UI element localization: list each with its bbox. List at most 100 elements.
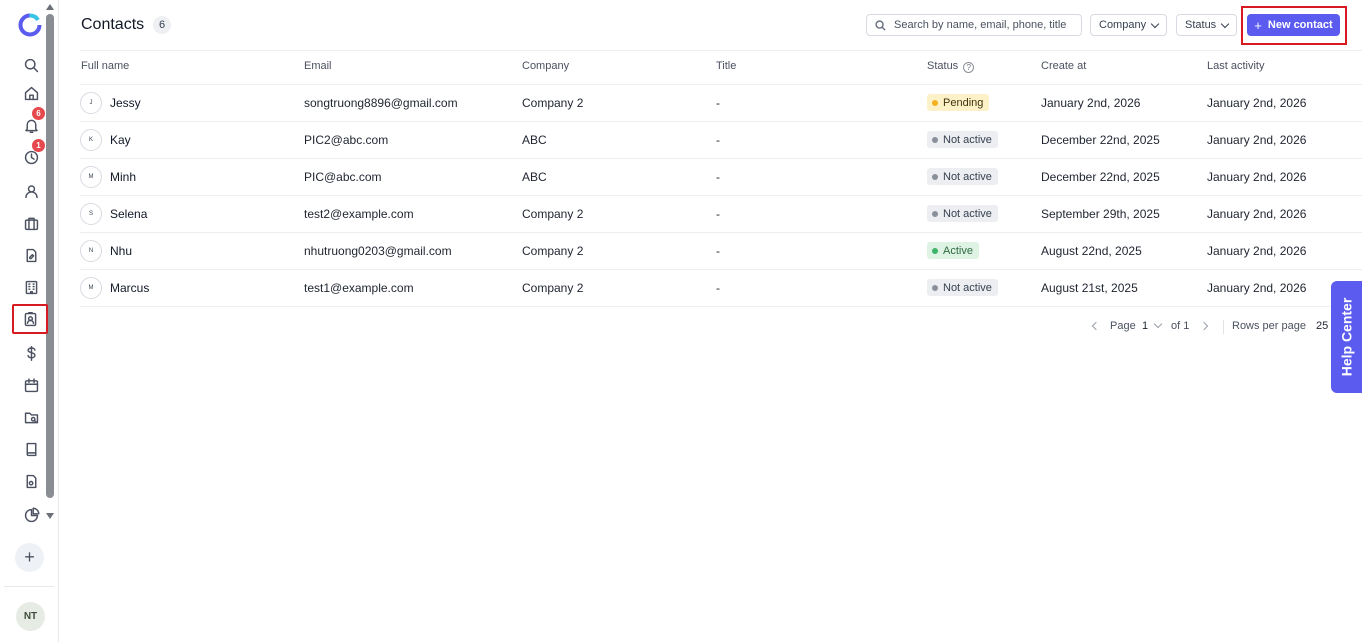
cell-last: January 2nd, 2026: [1207, 244, 1307, 258]
document-edit-icon[interactable]: [18, 242, 44, 268]
status-label: Not active: [943, 281, 992, 294]
add-button[interactable]: +: [15, 543, 44, 572]
cell-email: test2@example.com: [304, 207, 414, 221]
page-select[interactable]: 1: [1142, 320, 1148, 332]
contact-avatar: K: [80, 129, 102, 151]
contact-avatar: J: [80, 92, 102, 114]
cell-company: Company 2: [522, 281, 584, 295]
contact-name[interactable]: Selena: [110, 207, 147, 221]
app-logo[interactable]: [17, 12, 43, 38]
scroll-down-arrow[interactable]: [46, 513, 54, 519]
user-icon[interactable]: [18, 178, 44, 204]
cell-created: August 21st, 2025: [1041, 281, 1138, 295]
user-avatar[interactable]: NT: [16, 602, 45, 631]
cell-email: test1@example.com: [304, 281, 414, 295]
notifications-bell-icon[interactable]: 6: [18, 107, 45, 138]
file-settings-icon[interactable]: [18, 468, 44, 494]
status-badge: Pending: [927, 94, 990, 111]
contact-name[interactable]: Jessy: [110, 96, 141, 110]
status-label: Not active: [943, 133, 992, 146]
company-filter-dropdown[interactable]: Company: [1090, 14, 1168, 36]
status-badge: Not active: [927, 279, 998, 296]
pie-chart-icon[interactable]: [18, 502, 44, 528]
status-header-label: Status: [927, 60, 959, 72]
contact-avatar: S: [80, 203, 102, 225]
column-header-last-activity[interactable]: Last activity: [1207, 60, 1264, 72]
prev-page-icon[interactable]: [1091, 321, 1101, 331]
folder-search-icon[interactable]: [18, 404, 44, 430]
cell-created: December 22nd, 2025: [1041, 170, 1160, 184]
contact-avatar: N: [80, 240, 102, 262]
contacts-count-badge: 6: [153, 16, 171, 34]
rows-per-page-select[interactable]: 25: [1316, 320, 1328, 332]
table-top-border: [80, 50, 1362, 51]
contact-name[interactable]: Minh: [110, 170, 136, 184]
row-divider: [80, 232, 1362, 233]
row-divider: [80, 306, 1362, 307]
column-header-status[interactable]: Status?: [927, 60, 975, 73]
cell-created: September 29th, 2025: [1041, 207, 1160, 221]
page-title: Contacts: [81, 16, 145, 33]
contact-name[interactable]: Marcus: [110, 281, 149, 295]
status-filter-dropdown[interactable]: Status: [1176, 14, 1238, 36]
pagination-divider: [1223, 320, 1224, 334]
cell-last: January 2nd, 2026: [1207, 96, 1307, 110]
status-dot: [932, 210, 938, 217]
column-header-title[interactable]: Title: [716, 60, 736, 72]
header-divider: [80, 84, 1362, 85]
cell-title: -: [716, 207, 720, 221]
sidebar-scrollbar[interactable]: [46, 14, 54, 498]
column-header-full-name[interactable]: Full name: [81, 60, 129, 72]
search-icon[interactable]: [18, 52, 44, 78]
cell-email: nhutruong0203@gmail.com: [304, 244, 452, 258]
status-label: Pending: [943, 96, 984, 109]
contact-name[interactable]: Kay: [110, 133, 131, 147]
dollar-icon[interactable]: [18, 340, 44, 366]
status-dot: [932, 136, 938, 143]
page-label: Page: [1110, 320, 1136, 332]
cell-created: December 22nd, 2025: [1041, 133, 1160, 147]
cell-title: -: [716, 96, 720, 110]
page-number: 1: [1142, 320, 1149, 332]
cell-email: songtruong8896@gmail.com: [304, 96, 458, 110]
column-header-create-at[interactable]: Create at: [1041, 60, 1086, 72]
cell-email: PIC2@abc.com: [304, 133, 389, 147]
status-badge: Not active: [927, 131, 998, 148]
row-divider: [80, 195, 1362, 196]
help-circle-icon[interactable]: ?: [963, 62, 975, 73]
search-box[interactable]: [866, 14, 1082, 36]
chevron-down-icon: [1220, 19, 1230, 28]
plus-icon: +: [1254, 17, 1262, 33]
book-icon[interactable]: [18, 436, 44, 462]
building-icon[interactable]: [18, 274, 44, 300]
history-icon[interactable]: 1: [18, 139, 45, 170]
briefcase-icon[interactable]: [18, 210, 44, 236]
notifications-badge: 6: [32, 107, 45, 120]
chevron-down-icon[interactable]: [1153, 319, 1163, 329]
calendar-icon[interactable]: [18, 372, 44, 398]
sidebar-divider: [4, 586, 54, 587]
cell-created: August 22nd, 2025: [1041, 244, 1142, 258]
cell-company: ABC: [522, 170, 547, 184]
cell-last: January 2nd, 2026: [1207, 170, 1307, 184]
row-divider: [80, 121, 1362, 122]
cell-email: PIC@abc.com: [304, 170, 382, 184]
contact-avatar: M: [80, 277, 102, 299]
chevron-down-icon: [1150, 19, 1160, 28]
status-filter-label: Status: [1185, 19, 1217, 31]
next-page-icon[interactable]: [1199, 321, 1209, 331]
rows-per-page-label: Rows per page: [1232, 320, 1306, 332]
new-contact-button[interactable]: + New contact: [1247, 14, 1340, 36]
cell-company: Company 2: [522, 96, 584, 110]
help-center-tab[interactable]: Help Center: [1331, 281, 1362, 393]
home-icon[interactable]: [18, 80, 44, 106]
contact-name[interactable]: Nhu: [110, 244, 132, 258]
scroll-up-arrow[interactable]: [46, 4, 54, 10]
column-header-email[interactable]: Email: [304, 60, 332, 72]
search-input[interactable]: [894, 19, 1079, 31]
cell-title: -: [716, 244, 720, 258]
contacts-icon[interactable]: [12, 304, 48, 334]
new-contact-label: New contact: [1267, 19, 1333, 31]
column-header-company[interactable]: Company: [522, 60, 569, 72]
status-label: Active: [943, 244, 973, 257]
